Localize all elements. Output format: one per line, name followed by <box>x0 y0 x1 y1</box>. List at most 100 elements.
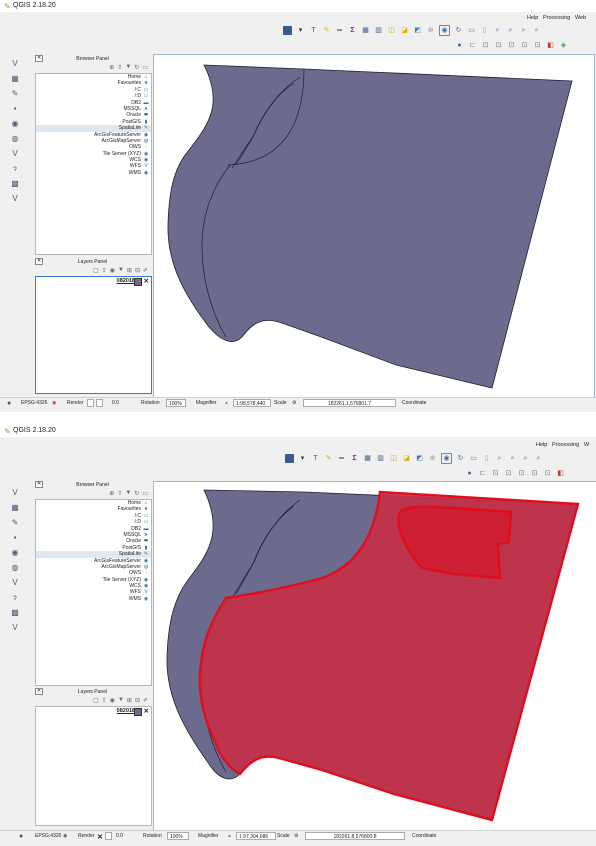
zoom-full-icon[interactable]: ⊕ <box>428 454 437 463</box>
add-spatialite-icon[interactable]: ɂ <box>10 163 21 174</box>
python-console-icon[interactable]: ● <box>465 469 474 478</box>
filter-legend-icon[interactable]: ▼ <box>118 697 124 704</box>
map-tips-icon[interactable] <box>283 26 292 35</box>
zoom-layer-icon[interactable]: ⌕ <box>495 454 504 463</box>
refresh-icon[interactable]: ↻ <box>456 454 465 463</box>
crs-label[interactable]: EPSG:4326 <box>21 400 47 406</box>
zoom-out-icon[interactable]: ⌕ <box>534 454 543 463</box>
filter-icon[interactable]: ▼ <box>125 490 131 497</box>
map-canvas[interactable] <box>153 54 595 398</box>
map-tips-icon[interactable] <box>285 454 294 463</box>
add-database-layer-icon[interactable]: ▪ <box>10 103 21 114</box>
enable-properties-icon[interactable]: ⇧ <box>117 64 122 71</box>
digitize-icon-3[interactable]: ⊡ <box>517 469 526 478</box>
add-group-icon[interactable]: ⇪ <box>102 697 107 704</box>
add-raster-layer-icon[interactable]: ▦ <box>10 73 21 84</box>
digitize-icon-4[interactable]: ⊡ <box>520 41 529 50</box>
zoom-selection-icon[interactable]: ⌕ <box>506 26 515 35</box>
menu-help[interactable]: Help <box>536 442 547 448</box>
rotation-value[interactable]: 0.0 <box>110 399 134 407</box>
remove-layer-icon[interactable]: ✐ <box>143 697 148 704</box>
pan-icon[interactable]: ◉ <box>441 453 452 464</box>
scale-field[interactable]: 1:97,304,686 <box>236 832 276 840</box>
digitize-icon-2[interactable]: ⊡ <box>504 469 513 478</box>
zoom-selection-icon[interactable]: ⌕ <box>508 454 517 463</box>
add-database-layer-icon[interactable]: ▪ <box>10 532 21 543</box>
layer-row[interactable]: 082018 ✕ <box>36 707 151 716</box>
add-spatialite-icon[interactable]: ɂ <box>10 592 21 603</box>
layer-visibility-icon[interactable]: ✕ <box>144 277 149 285</box>
menu-web[interactable]: W <box>584 442 589 448</box>
add-wms-layer-icon[interactable]: ◉ <box>10 118 21 129</box>
annotation-icon[interactable]: ▾ <box>298 454 307 463</box>
digitize-icon-5[interactable]: ⊡ <box>533 41 542 50</box>
filter-icon[interactable]: ▼ <box>125 64 131 71</box>
zoom-in-icon[interactable]: ⌕ <box>521 454 530 463</box>
zoom-full-icon[interactable]: ⊕ <box>426 26 435 35</box>
attribute-table-icon[interactable]: ▦ <box>363 454 372 463</box>
lock-scale-icon[interactable]: ▲ <box>224 400 229 406</box>
add-group-icon[interactable]: ⇪ <box>102 267 107 274</box>
add-raster-layer-icon[interactable]: ▦ <box>10 502 21 513</box>
bookmark-icon[interactable]: ▯ <box>482 454 491 463</box>
new-map-view-icon[interactable]: ▭ <box>467 26 476 35</box>
new-virtual-layer-icon[interactable]: V <box>10 622 21 633</box>
measure-icon[interactable]: ═ <box>337 454 346 463</box>
filter-legend-icon[interactable]: ▼ <box>118 267 124 274</box>
python-console-icon[interactable]: ● <box>455 41 464 50</box>
crs-status-icon[interactable]: ◉ <box>63 833 67 839</box>
add-wfs-layer-icon[interactable]: V <box>10 577 21 588</box>
add-wcs-layer-icon[interactable]: ◍ <box>10 133 21 144</box>
composer-icon[interactable]: ◧ <box>556 469 565 478</box>
add-vector-layer-icon[interactable]: V <box>10 58 21 69</box>
zoom-out-icon[interactable]: ⌕ <box>532 26 541 35</box>
menu-help[interactable]: Help <box>527 15 538 21</box>
browser-item-wms[interactable]: WMS ◉ <box>36 596 151 602</box>
add-wfs-layer-icon[interactable]: V <box>10 148 21 159</box>
messages-icon[interactable]: ● <box>19 833 23 840</box>
open-styling-icon[interactable]: ▢ <box>93 697 99 704</box>
collapse-all-icon[interactable]: ⊟ <box>135 697 140 704</box>
annotation-icon[interactable]: ▾ <box>296 26 305 35</box>
rotation-stepper-icon[interactable] <box>105 832 112 840</box>
deselect-icon[interactable]: ◩ <box>413 26 422 35</box>
lock-scale-icon[interactable]: ▲ <box>227 833 232 839</box>
digitize-icon-1[interactable]: ⊡ <box>481 41 490 50</box>
collapse-all-icon[interactable]: ⊟ <box>135 267 140 274</box>
digitize-icon-3[interactable]: ⊡ <box>507 41 516 50</box>
menu-processing[interactable]: Processing <box>552 442 579 448</box>
new-shapefile-icon[interactable]: ▩ <box>10 607 21 618</box>
field-calculator-icon[interactable]: ▥ <box>376 454 385 463</box>
coordinate-field[interactable]: 182261.1,576801.7 <box>303 399 396 407</box>
digitize-icon-1[interactable]: ⊡ <box>491 469 500 478</box>
remove-layer-icon[interactable]: ✐ <box>143 267 148 274</box>
new-virtual-layer-icon[interactable]: V <box>10 193 21 204</box>
plugin-manager-icon[interactable]: ⊏ <box>478 469 487 478</box>
add-vector-layer-icon[interactable]: V <box>10 487 21 498</box>
add-delimited-text-icon[interactable]: ✎ <box>10 88 21 99</box>
map-polygon[interactable] <box>167 64 573 389</box>
toggle-extents-icon[interactable]: ⚙ <box>294 833 298 839</box>
digitize-icon-5[interactable]: ⊡ <box>543 469 552 478</box>
map-canvas[interactable] <box>153 481 596 833</box>
rotation-stepper-icon[interactable] <box>96 399 103 407</box>
add-wms-layer-icon[interactable]: ◉ <box>10 547 21 558</box>
zoom-layer-icon[interactable]: ⌕ <box>493 26 502 35</box>
identify-icon[interactable]: ✎ <box>322 26 331 35</box>
grass-icon[interactable]: ◈ <box>559 41 568 50</box>
statistics-sum-icon[interactable]: Σ <box>348 26 357 35</box>
statistics-sum-icon[interactable]: Σ <box>350 454 359 463</box>
select-features-icon[interactable]: ◫ <box>389 454 398 463</box>
add-wcs-layer-icon[interactable]: ◍ <box>10 562 21 573</box>
identify-icon[interactable]: ✎ <box>324 454 333 463</box>
pan-icon[interactable]: ◉ <box>439 25 450 36</box>
magnifier-value[interactable]: 100% <box>166 399 186 407</box>
select-by-expression-icon[interactable]: ◪ <box>402 454 411 463</box>
digitize-icon-2[interactable]: ⊡ <box>494 41 503 50</box>
crs-label[interactable]: EPSG:4326 <box>35 833 61 839</box>
composer-icon[interactable]: ◧ <box>546 41 555 50</box>
expand-all-icon[interactable]: ⊞ <box>127 697 132 704</box>
manage-themes-icon[interactable]: ◉ <box>110 697 115 704</box>
menu-processing[interactable]: Processing <box>543 15 570 21</box>
add-delimited-text-icon[interactable]: ✎ <box>10 517 21 528</box>
